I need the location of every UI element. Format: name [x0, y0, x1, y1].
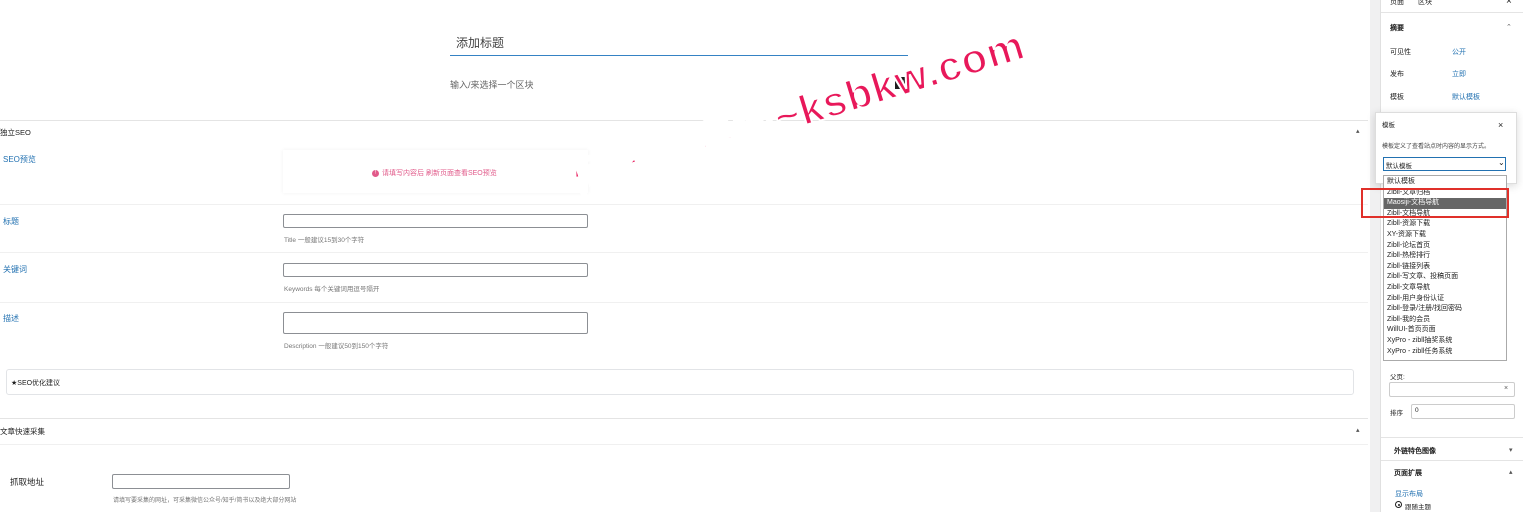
- template-label: 模板: [1390, 94, 1404, 101]
- template-option[interactable]: Zibll-登录/注册/找回密码: [1384, 304, 1506, 315]
- block-inserter-hint[interactable]: 输入/来选择一个区块: [450, 78, 534, 91]
- template-popover-title: 模板: [1382, 122, 1395, 129]
- template-option[interactable]: Zibll-论坛首页: [1384, 241, 1506, 252]
- seo-tips-box[interactable]: [6, 369, 1354, 395]
- seo-title-input[interactable]: [283, 214, 588, 228]
- template-select-value: 默认模板: [1386, 163, 1412, 170]
- divider: [0, 302, 1368, 303]
- divider: [1381, 460, 1523, 461]
- visibility-toggle[interactable]: 公开: [1452, 47, 1466, 57]
- layout-label: 显示布局: [1395, 491, 1423, 498]
- parent-page-label: 父页:: [1390, 374, 1405, 381]
- visibility-label: 可见性: [1390, 49, 1411, 56]
- template-option[interactable]: Zibll-文章导航: [1384, 283, 1506, 294]
- seo-tips-label[interactable]: ★SEO优化建议: [11, 378, 60, 388]
- highlight-annotation: [1361, 188, 1509, 218]
- template-option[interactable]: XY-资源下载: [1384, 230, 1506, 241]
- seo-keywords-hint: Keywords 每个关键词用逗号隔开: [284, 286, 380, 293]
- clear-icon[interactable]: ×: [1504, 385, 1508, 392]
- divider: [0, 444, 1368, 445]
- divider: [1381, 12, 1523, 13]
- template-option[interactable]: Zibll-热榜排行: [1384, 251, 1506, 262]
- editor-scrollbar[interactable]: [1370, 0, 1380, 512]
- collector-url-label: 抓取地址: [10, 477, 45, 487]
- seo-title-hint: Title 一般建议15到30个字符: [284, 237, 365, 244]
- divider: [1381, 437, 1523, 438]
- template-option[interactable]: XyPro - zibll任务系统: [1384, 347, 1506, 358]
- seo-keywords-input[interactable]: [283, 263, 588, 277]
- chevron-up-icon[interactable]: ⌃: [1506, 23, 1512, 31]
- order-value: 0: [1415, 407, 1419, 414]
- order-input[interactable]: [1411, 404, 1515, 419]
- seo-preview-text: 请填写内容后 刷新页面查看SEO预览: [382, 170, 497, 177]
- template-option[interactable]: Zibll-我的会员: [1384, 315, 1506, 326]
- chevron-up-icon[interactable]: ▴: [1509, 468, 1513, 476]
- tab-page[interactable]: 页面: [1390, 0, 1404, 7]
- seo-description-hint: Description 一般建议50到150个字符: [284, 343, 389, 350]
- divider: [0, 204, 1368, 205]
- radio-dot: [1397, 503, 1400, 506]
- template-option[interactable]: 默认模板: [1384, 177, 1506, 188]
- template-option[interactable]: Zibll-用户身份认证: [1384, 294, 1506, 305]
- seo-description-label: 描述: [3, 314, 19, 323]
- template-option[interactable]: Zibll-写文章、投稿页面: [1384, 272, 1506, 283]
- collapse-caret-icon[interactable]: ▴: [1356, 127, 1360, 135]
- template-option[interactable]: WillUI-首页页面: [1384, 325, 1506, 336]
- seo-title-label: 标题: [3, 217, 19, 226]
- parent-page-input[interactable]: [1389, 382, 1515, 397]
- divider: [0, 252, 1368, 253]
- template-option[interactable]: Zibll-链接列表: [1384, 262, 1506, 273]
- layout-radio[interactable]: [1395, 501, 1402, 508]
- page-extension-panel-title[interactable]: 页面扩展: [1394, 468, 1422, 478]
- publish-date-toggle[interactable]: 立即: [1452, 69, 1466, 79]
- seo-section-title: 独立SEO: [0, 128, 31, 137]
- seo-keywords-label: 关键词: [3, 265, 27, 274]
- divider: [0, 418, 1368, 419]
- chevron-down-icon[interactable]: ⌄: [1498, 158, 1505, 167]
- seo-description-textarea[interactable]: [283, 312, 588, 334]
- chevron-down-icon[interactable]: ▾: [1509, 446, 1513, 454]
- layout-option-label: 跟随主题: [1405, 504, 1431, 511]
- collector-section-title: 文章快速采集: [0, 427, 45, 436]
- collector-url-hint: 请填写要采集的网址，可采集微信公众号/知乎/简书以及绝大部分网站: [113, 498, 297, 504]
- close-sidebar-button[interactable]: ×: [1506, 0, 1512, 7]
- post-title-input[interactable]: 添加标题: [450, 30, 908, 56]
- template-option[interactable]: Zibll-资源下载: [1384, 219, 1506, 230]
- close-popover-button[interactable]: ×: [1498, 120, 1503, 130]
- seo-preview-message: ! 请填写内容后 刷新页面查看SEO预览: [372, 168, 497, 178]
- summary-panel-title[interactable]: 摘要: [1390, 23, 1404, 33]
- seo-preview-label: SEO预览: [3, 155, 36, 164]
- template-toggle[interactable]: 默认模板: [1452, 92, 1480, 102]
- template-description: 模板定义了查看站点时内容的显示方式。: [1382, 144, 1491, 150]
- order-label: 排序: [1390, 410, 1403, 417]
- publish-label: 发布: [1390, 71, 1404, 78]
- collapse-caret-icon[interactable]: ▴: [1356, 426, 1360, 434]
- tab-block[interactable]: 区块: [1418, 0, 1432, 7]
- template-option[interactable]: XyPro - zibll抽奖系统: [1384, 336, 1506, 347]
- warning-icon: !: [372, 169, 379, 177]
- featured-image-panel-title[interactable]: 外链特色图像: [1394, 446, 1436, 456]
- collector-url-input[interactable]: [112, 474, 290, 489]
